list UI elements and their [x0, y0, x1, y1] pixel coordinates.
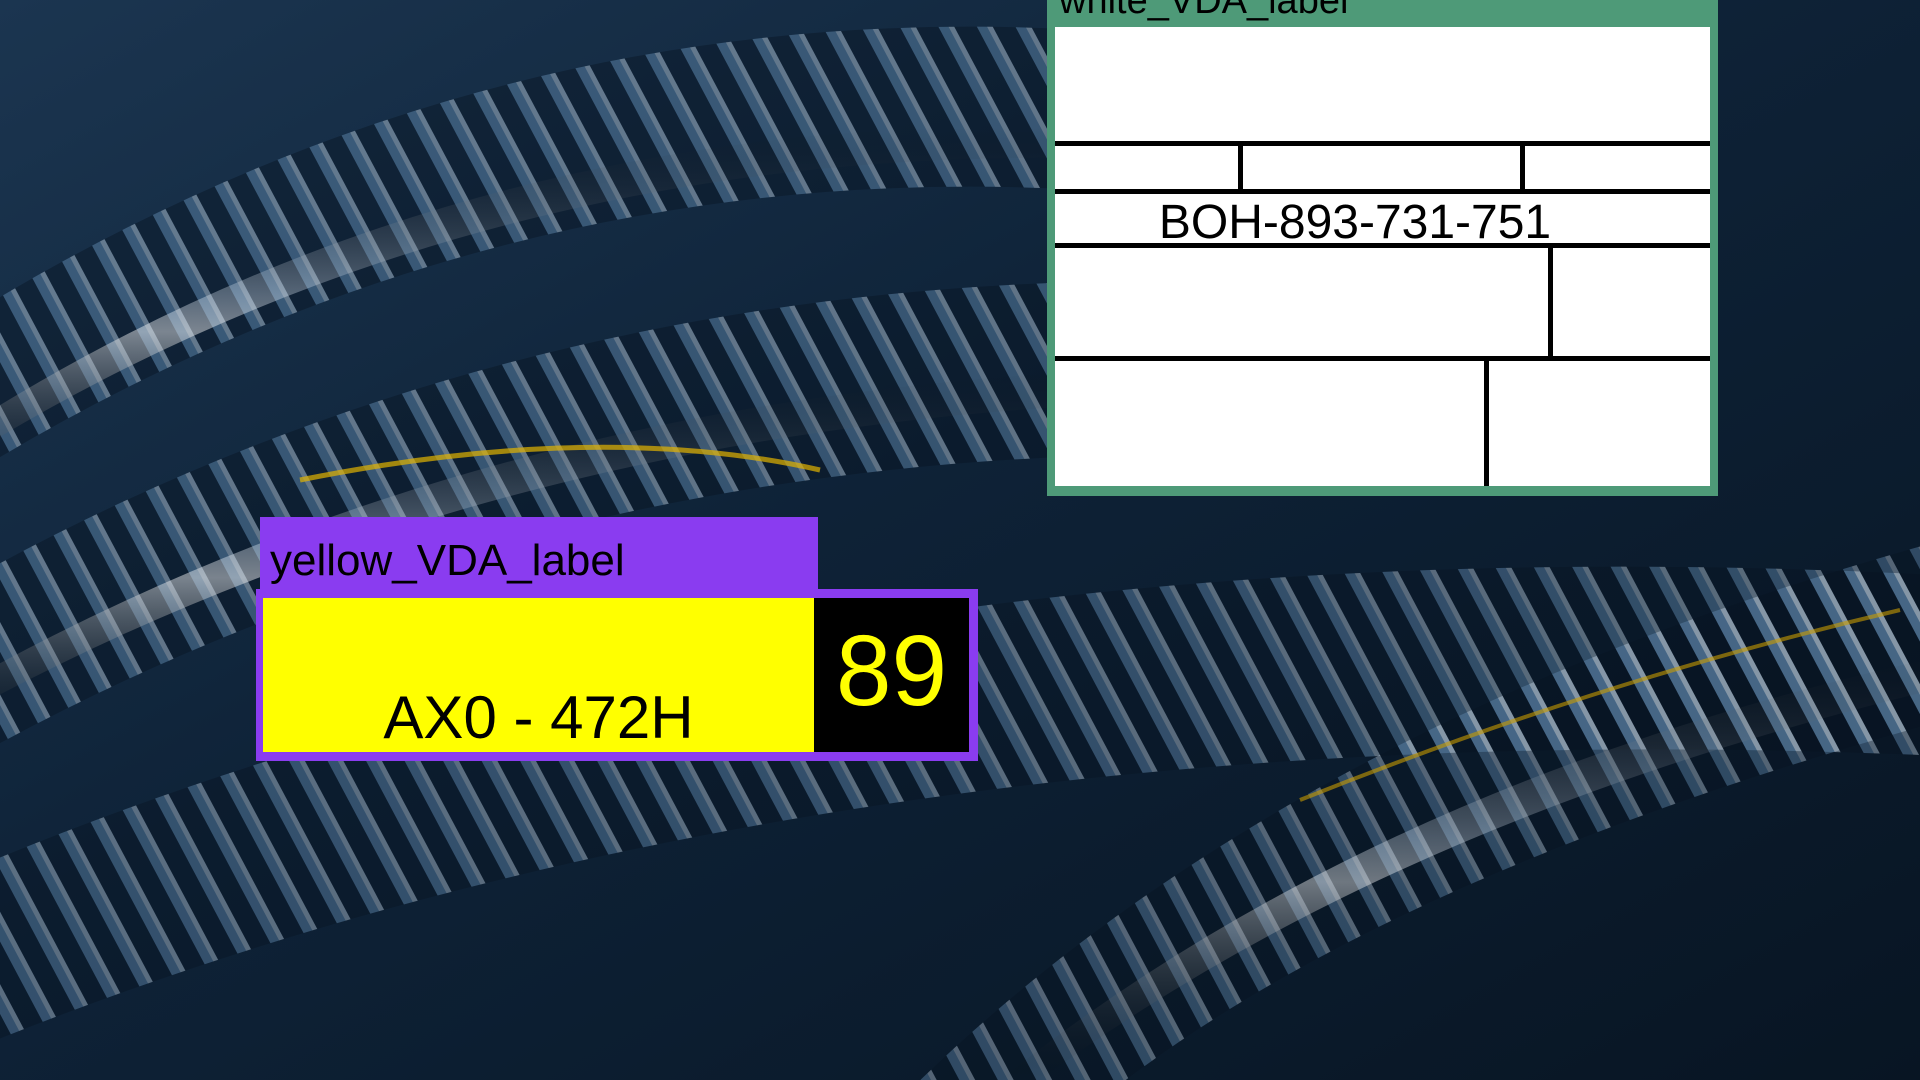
label-grid-line	[1055, 356, 1710, 361]
label-grid-line	[1055, 243, 1710, 248]
label-grid-line	[1484, 356, 1489, 486]
yellow-label-code: AX0 - 472H	[383, 684, 694, 751]
label-grid-line	[1548, 243, 1553, 358]
label-grid-line	[1055, 141, 1710, 146]
label-grid-line	[1238, 141, 1243, 191]
yellow-label-caption-tab: yellow_VDA_label	[260, 517, 818, 591]
white-vda-label-annotation: white_VDA_label BOH-893-731-751	[1047, 0, 1718, 496]
label-grid-line	[1055, 189, 1710, 194]
label-grid-line	[1520, 141, 1525, 191]
yellow-label-number: 89	[835, 615, 948, 727]
yellow-label-number-box: 89	[814, 598, 969, 752]
yellow-vda-label-annotation: AX0 - 472H 89	[256, 589, 978, 761]
yellow-label-caption: yellow_VDA_label	[270, 536, 625, 585]
white-label-code: BOH-893-731-751	[1158, 196, 1552, 249]
white-label-caption: white_VDA_label	[1059, 0, 1349, 22]
yellow-vda-label: AX0 - 472H	[263, 598, 814, 752]
white-vda-label: BOH-893-731-751	[1055, 27, 1710, 486]
scene: white_VDA_label BOH-893-731-751 yellow_V…	[0, 0, 1920, 1080]
